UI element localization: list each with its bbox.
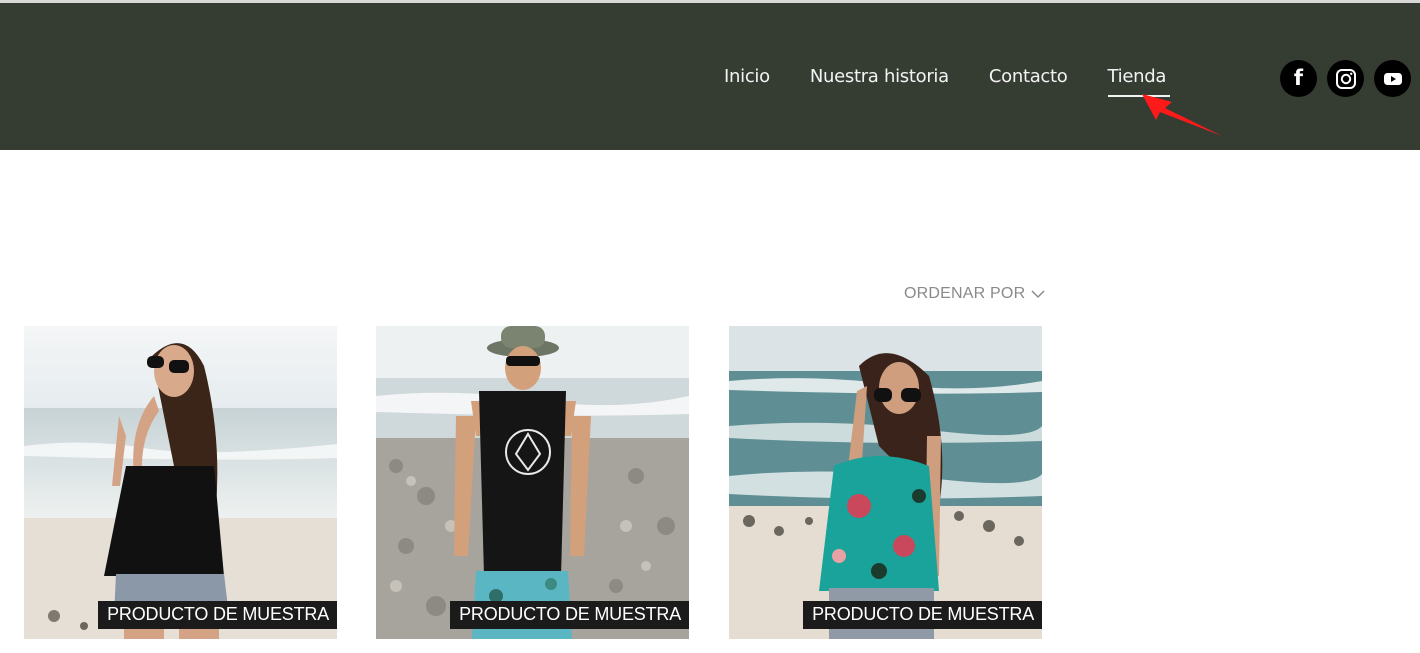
instagram-icon[interactable]: [1327, 60, 1364, 97]
product-card[interactable]: PRODUCTO DE MUESTRA: [24, 326, 337, 639]
sort-dropdown[interactable]: ORDENAR POR: [904, 285, 1045, 303]
facebook-icon[interactable]: f: [1280, 60, 1317, 97]
main-nav: Inicio Nuestra historia Contacto Tienda: [724, 66, 1206, 97]
social-links: f: [1280, 60, 1420, 97]
product-card[interactable]: PRODUCTO DE MUESTRA: [376, 326, 689, 639]
nav-nuestra-historia[interactable]: Nuestra historia: [810, 66, 949, 87]
product-card[interactable]: PRODUCTO DE MUESTRA: [729, 326, 1042, 639]
nav-tienda[interactable]: Tienda: [1107, 66, 1170, 97]
sort-label: ORDENAR POR: [904, 285, 1026, 302]
red-arrow-annotation: [1142, 94, 1222, 136]
product-image: [376, 326, 689, 639]
nav-contacto[interactable]: Contacto: [989, 66, 1068, 87]
product-badge: PRODUCTO DE MUESTRA: [803, 601, 1042, 629]
product-badge: PRODUCTO DE MUESTRA: [450, 601, 689, 629]
chevron-down-icon: [1031, 290, 1045, 299]
product-image: [729, 326, 1042, 639]
product-badge: PRODUCTO DE MUESTRA: [98, 601, 337, 629]
product-image: [24, 326, 337, 639]
youtube-icon[interactable]: [1374, 60, 1411, 97]
nav-inicio[interactable]: Inicio: [724, 66, 770, 87]
